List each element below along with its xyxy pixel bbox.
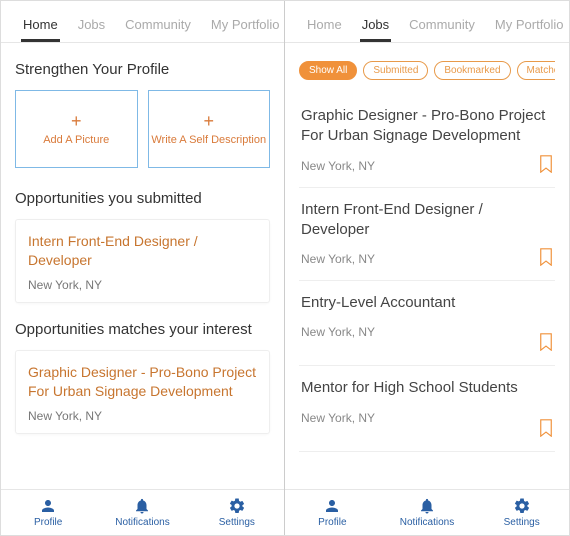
nav-notifications[interactable]: Notifications: [95, 490, 189, 535]
job-location: New York, NY: [301, 411, 553, 425]
nav-settings[interactable]: Settings: [190, 490, 284, 535]
tab-jobs[interactable]: Jobs: [68, 17, 115, 42]
tab-community[interactable]: Community: [115, 17, 201, 42]
top-nav: Home Jobs Community My Portfolio: [285, 1, 569, 43]
tab-portfolio[interactable]: My Portfolio: [201, 17, 284, 42]
job-item[interactable]: Graphic Designer - Pro-Bono Project For …: [299, 94, 555, 188]
bookmark-icon[interactable]: [539, 248, 553, 266]
job-location: New York, NY: [301, 252, 553, 266]
bookmark-icon[interactable]: [539, 333, 553, 351]
nav-profile[interactable]: Profile: [1, 490, 95, 535]
strengthen-title: Strengthen Your Profile: [15, 61, 270, 78]
nav-profile-label: Profile: [318, 517, 346, 528]
nav-settings[interactable]: Settings: [474, 490, 569, 535]
nav-notifications-label: Notifications: [115, 517, 169, 528]
chip-matched[interactable]: Matched Your Interest: [517, 61, 555, 80]
strengthen-row: + Add A Picture + Write A Self Descripti…: [15, 90, 270, 168]
nav-profile[interactable]: Profile: [285, 490, 380, 535]
filter-chips: Show All Submitted Bookmarked Matched Yo…: [299, 61, 555, 80]
tab-home[interactable]: Home: [297, 17, 352, 42]
job-title: Graphic Designer - Pro-Bono Project For …: [301, 106, 553, 147]
job-title: Entry-Level Accountant: [301, 293, 553, 313]
add-description-card[interactable]: + Write A Self Description: [148, 90, 271, 168]
chip-submitted[interactable]: Submitted: [363, 61, 428, 80]
job-item[interactable]: Mentor for High School Students New York…: [299, 366, 555, 451]
tab-portfolio[interactable]: My Portfolio: [485, 17, 569, 42]
top-nav: Home Jobs Community My Portfolio: [1, 1, 284, 43]
gear-icon: [228, 497, 246, 515]
nav-notifications[interactable]: Notifications: [380, 490, 475, 535]
submitted-card[interactable]: Intern Front-End Designer / Developer Ne…: [15, 219, 270, 303]
bookmark-icon[interactable]: [539, 155, 553, 173]
match-job-location: New York, NY: [28, 409, 257, 423]
job-location: New York, NY: [301, 159, 553, 173]
bell-icon: [418, 497, 436, 515]
match-job-title: Graphic Designer - Pro-Bono Project For …: [28, 363, 257, 401]
bell-icon: [133, 497, 151, 515]
bottom-nav: Profile Notifications Settings: [1, 489, 284, 535]
jobs-content: Show All Submitted Bookmarked Matched Yo…: [285, 43, 569, 489]
match-card[interactable]: Graphic Designer - Pro-Bono Project For …: [15, 350, 270, 434]
tab-jobs[interactable]: Jobs: [352, 17, 399, 42]
add-picture-label: Add A Picture: [43, 134, 109, 146]
job-location: New York, NY: [301, 325, 553, 339]
nav-settings-label: Settings: [504, 517, 540, 528]
nav-settings-label: Settings: [219, 517, 255, 528]
add-picture-card[interactable]: + Add A Picture: [15, 90, 138, 168]
nav-profile-label: Profile: [34, 517, 62, 528]
home-content: Strengthen Your Profile + Add A Picture …: [1, 43, 284, 489]
bottom-nav: Profile Notifications Settings: [285, 489, 569, 535]
nav-notifications-label: Notifications: [400, 517, 454, 528]
submitted-job-location: New York, NY: [28, 278, 257, 292]
chip-bookmarked[interactable]: Bookmarked: [434, 61, 510, 80]
submitted-job-title: Intern Front-End Designer / Developer: [28, 232, 257, 270]
chip-show-all[interactable]: Show All: [299, 61, 357, 80]
bookmark-icon[interactable]: [539, 419, 553, 437]
screen-jobs: Home Jobs Community My Portfolio Show Al…: [285, 1, 569, 535]
job-title: Intern Front-End Designer / Developer: [301, 200, 553, 241]
profile-icon: [323, 497, 341, 515]
add-description-label: Write A Self Description: [151, 134, 266, 146]
profile-icon: [39, 497, 57, 515]
screen-home: Home Jobs Community My Portfolio Strengt…: [1, 1, 285, 535]
job-item[interactable]: Entry-Level Accountant New York, NY: [299, 281, 555, 366]
submitted-title: Opportunities you submitted: [15, 190, 270, 207]
matches-title: Opportunities matches your interest: [15, 321, 270, 338]
gear-icon: [513, 497, 531, 515]
tab-community[interactable]: Community: [399, 17, 485, 42]
job-title: Mentor for High School Students: [301, 378, 553, 398]
tab-home[interactable]: Home: [13, 17, 68, 42]
plus-icon: +: [71, 112, 82, 130]
job-item[interactable]: Intern Front-End Designer / Developer Ne…: [299, 188, 555, 282]
plus-icon: +: [203, 112, 214, 130]
